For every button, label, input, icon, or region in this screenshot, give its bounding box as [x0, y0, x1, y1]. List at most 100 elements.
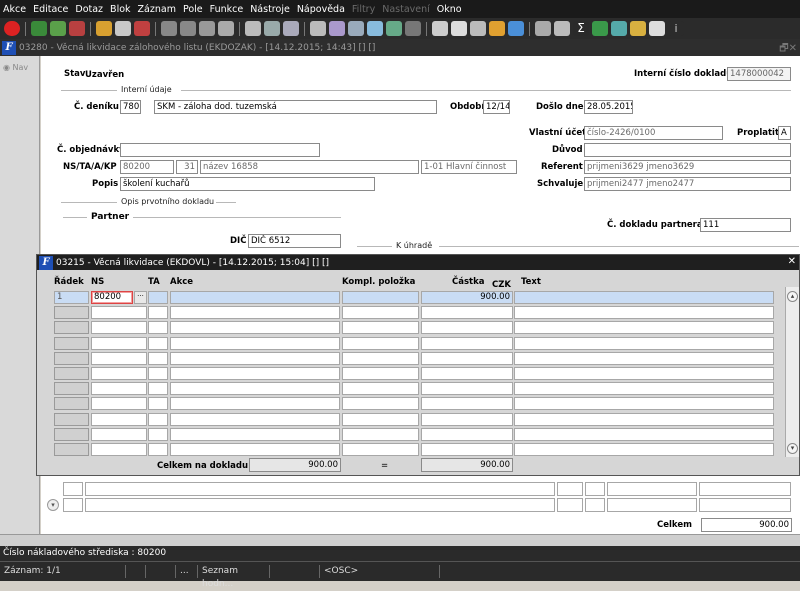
grid-cell-castka[interactable] [421, 306, 513, 320]
doslo-field[interactable]: 28.05.2015 [584, 100, 633, 114]
grid-cell[interactable] [85, 498, 555, 512]
grid-cell-kompl[interactable] [342, 351, 419, 365]
grid-cell-akce[interactable] [170, 397, 340, 411]
celkem-field[interactable]: 900.00 [701, 518, 792, 532]
grid-cell[interactable] [699, 498, 791, 512]
horizontal-scrollbar[interactable] [0, 534, 800, 546]
obdobi-field[interactable]: 12/14 [483, 100, 510, 114]
celkem-likvidace-field[interactable]: 900.00 [421, 458, 513, 472]
grid-cell-kompl[interactable] [342, 443, 419, 456]
grid-cell-kompl[interactable] [342, 427, 419, 441]
paste-icon[interactable] [348, 21, 364, 36]
grid-cell-kompl[interactable] [342, 291, 419, 304]
grid-cell-ns[interactable] [91, 443, 147, 456]
save-icon[interactable] [50, 21, 66, 36]
grid-cell-text[interactable] [514, 321, 774, 335]
warning-icon[interactable] [508, 21, 524, 36]
grid-cell-castka[interactable] [421, 382, 513, 396]
menu-item-blok[interactable]: Blok [110, 4, 130, 15]
kp-field[interactable]: 1-01 Hlavní činnost [421, 160, 517, 174]
grid-cell-castka[interactable] [421, 427, 513, 441]
grid-cell-ns[interactable] [91, 336, 147, 350]
grid-cell-castka[interactable]: 900.00 [421, 291, 513, 304]
print-icon[interactable] [245, 21, 261, 36]
objednavky-field[interactable] [120, 143, 320, 157]
grid-cell-ns[interactable] [91, 321, 147, 335]
close-icon[interactable]: ✕ [788, 256, 796, 267]
grid-cell-ta[interactable] [148, 306, 168, 320]
delete-record-icon[interactable] [69, 21, 85, 36]
exit-icon[interactable] [4, 21, 20, 36]
grid-cell-text[interactable] [514, 412, 774, 426]
grid-cell-castka[interactable] [421, 367, 513, 380]
duvod-field[interactable] [584, 143, 791, 157]
grid-cell-kompl[interactable] [342, 412, 419, 426]
grid-cell-text[interactable] [514, 291, 774, 304]
mail-icon[interactable] [283, 21, 299, 36]
grid-cell-akce[interactable] [170, 321, 340, 335]
grid-cell-radek[interactable] [54, 397, 89, 411]
nav-panel[interactable]: ◉ Nav [0, 56, 40, 546]
query-cancel-icon[interactable] [134, 21, 150, 36]
schvaluje-field[interactable]: prijmeni2477 jmeno2477 [584, 177, 791, 191]
menu-item-akce[interactable]: Akce [3, 4, 26, 15]
grid-cell-ta[interactable] [148, 427, 168, 441]
attachment-icon[interactable] [470, 21, 486, 36]
grid-cell-text[interactable] [514, 443, 774, 456]
grid-cell-akce[interactable] [170, 306, 340, 320]
grid-cell-ta[interactable] [148, 321, 168, 335]
vlastni-ucet-field[interactable]: číslo-2426/0100 [584, 126, 723, 140]
sum-icon[interactable]: Σ [573, 21, 589, 36]
grid-cell-kompl[interactable] [342, 382, 419, 396]
grid-cell-akce[interactable] [170, 367, 340, 380]
grid-cell-akce[interactable] [170, 382, 340, 396]
grid-cell-akce[interactable] [170, 412, 340, 426]
grid-cell-ta[interactable] [148, 367, 168, 380]
sort-asc-icon[interactable] [161, 21, 177, 36]
document-icon[interactable] [451, 21, 467, 36]
grid-cell-castka[interactable] [421, 351, 513, 365]
grid-cell-kompl[interactable] [342, 367, 419, 380]
ns-field[interactable]: 80200 [120, 160, 174, 174]
menu-item-napoveda[interactable]: Nápověda [297, 4, 345, 15]
help-context-icon[interactable] [630, 21, 646, 36]
grid-cell[interactable] [699, 482, 791, 496]
grid-cell-text[interactable] [514, 351, 774, 365]
grid-cell-text[interactable] [514, 382, 774, 396]
interni-cislo-field[interactable]: 1478000042 [727, 67, 791, 81]
menu-item-okno[interactable]: Okno [437, 4, 462, 15]
scroll-up-icon[interactable]: ▴ [787, 291, 798, 302]
vertical-scrollbar[interactable]: ▴ ▾ [785, 287, 799, 457]
menu-item-dotaz[interactable]: Dotaz [75, 4, 103, 15]
grid-cell-ns[interactable] [91, 427, 147, 441]
filter-icon[interactable] [218, 21, 234, 36]
calendar-icon[interactable] [535, 21, 551, 36]
menu-item-nastroje[interactable]: Nástroje [250, 4, 290, 15]
lov-button[interactable]: ··· [134, 291, 147, 304]
grid-cell-castka[interactable] [421, 321, 513, 335]
grid-cell-ns[interactable] [91, 367, 147, 380]
grid-cell-ns[interactable] [91, 351, 147, 365]
grid-cell-akce[interactable] [170, 443, 340, 456]
menu-item-funkce[interactable]: Funkce [210, 4, 244, 15]
grid-cell-kompl[interactable] [342, 306, 419, 320]
denik-name-field[interactable]: SKM - záloha dod. tuzemská [154, 100, 437, 114]
grid-cell[interactable] [585, 498, 605, 512]
grid-cell-radek[interactable] [54, 443, 89, 456]
grid-cell-akce[interactable] [170, 427, 340, 441]
referent-field[interactable]: prijmeni3629 jmeno3629 [584, 160, 791, 174]
grid-cell[interactable] [63, 482, 83, 496]
grid-cell-castka[interactable] [421, 443, 513, 456]
grid-cell[interactable] [63, 498, 83, 512]
grid-cell-radek[interactable] [54, 382, 89, 396]
columns-icon[interactable] [405, 21, 421, 36]
menu-item-editace[interactable]: Editace [33, 4, 68, 15]
search-icon[interactable] [199, 21, 215, 36]
proplatit-field[interactable]: A [778, 126, 791, 140]
grid-cell-ns[interactable]: 80200 [91, 291, 133, 304]
help-icon[interactable] [649, 21, 665, 36]
info-icon[interactable]: i [668, 21, 684, 36]
grid-cell-kompl[interactable] [342, 321, 419, 335]
grid-cell-text[interactable] [514, 367, 774, 380]
denik-field[interactable]: 780 [120, 100, 141, 114]
